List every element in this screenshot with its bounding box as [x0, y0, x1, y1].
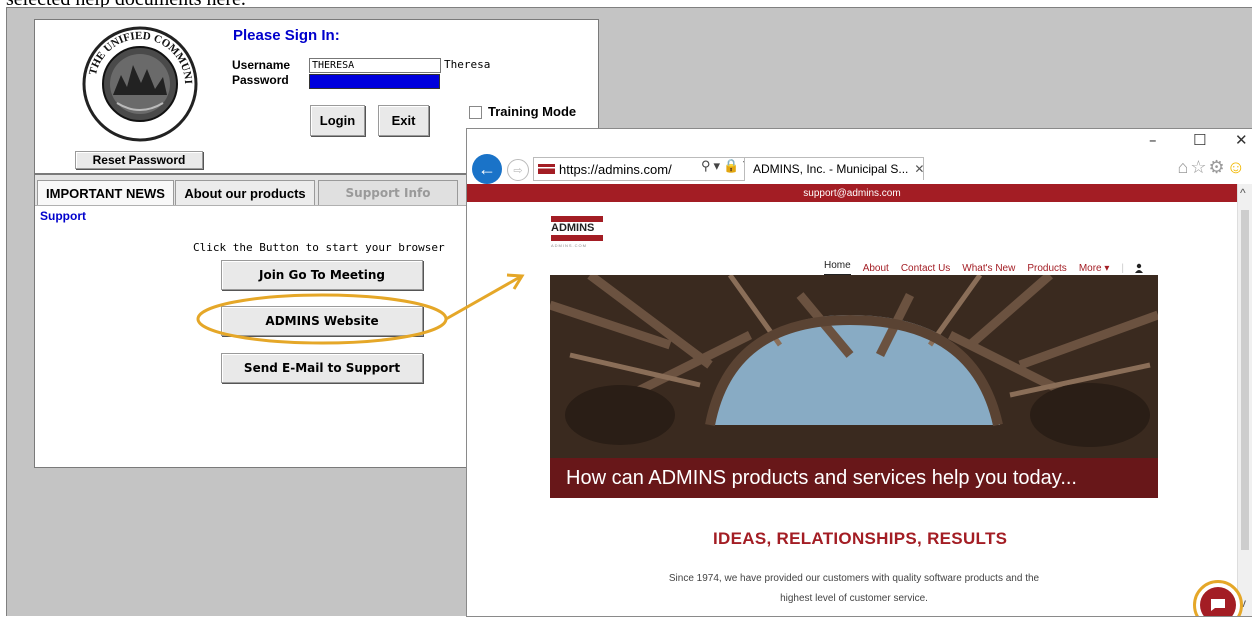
settings-icon[interactable]: ⚙ [1208, 157, 1226, 177]
nav-products[interactable]: Products [1027, 263, 1066, 274]
username-label: Username [232, 58, 291, 72]
training-mode-checkbox[interactable] [469, 106, 482, 119]
close-button[interactable]: ✕ [1235, 131, 1248, 149]
nav-contact[interactable]: Contact Us [901, 263, 950, 274]
address-bar[interactable]: https://admins.com/ ⚲▾🔒↻ [533, 157, 753, 181]
browser-hint-text: Click the Button to start your browser [193, 241, 445, 254]
password-input[interactable] [309, 74, 440, 89]
scroll-up-icon[interactable]: ^ [1240, 186, 1246, 200]
vertical-scrollbar[interactable]: ^ v [1237, 184, 1252, 616]
send-email-button[interactable]: Send E-Mail to Support [221, 353, 423, 383]
site-favicon-icon [538, 164, 555, 174]
maximize-button[interactable]: ☐ [1193, 131, 1206, 149]
support-email-bar: support@admins.com [467, 184, 1237, 202]
nav-home[interactable]: Home [824, 260, 851, 276]
smiley-icon[interactable]: ☺ [1227, 157, 1247, 177]
search-icon[interactable]: ⚲ [701, 158, 714, 173]
intro-text: Since 1974, we have provided our custome… [591, 569, 1117, 609]
browser-toolbar-icons: ⌂☆⚙☺ [1177, 157, 1247, 178]
minimize-button[interactable]: – [1149, 131, 1157, 149]
chat-icon[interactable] [1200, 587, 1236, 616]
chat-highlight[interactable] [1193, 580, 1243, 616]
url-text: https://admins.com/ [559, 161, 672, 177]
exit-button[interactable]: Exit [378, 105, 429, 136]
reset-password-button[interactable]: Reset Password [75, 151, 203, 169]
browser-tab[interactable]: ADMINS, Inc. - Municipal S... ✕ [744, 157, 924, 180]
sign-in-title: Please Sign In: [233, 27, 340, 44]
intro-line-2: highest level of customer service. [780, 593, 928, 604]
nav-more[interactable]: More ▾ [1079, 263, 1110, 274]
forward-icon[interactable]: ⇨ [507, 159, 529, 181]
dropdown-icon[interactable]: ▾ [714, 158, 724, 173]
user-icon[interactable] [1134, 263, 1144, 273]
training-mode-label: Training Mode [488, 104, 577, 119]
favorites-icon[interactable]: ☆ [1190, 157, 1208, 177]
tab-title: ADMINS, Inc. - Municipal S... [753, 162, 909, 176]
hero-banner: How can ADMINS products and services hel… [550, 275, 1158, 498]
nav-whats-new[interactable]: What's New [962, 263, 1015, 274]
intro-line-1: Since 1974, we have provided our custome… [668, 573, 1040, 584]
nav-divider: | [1121, 262, 1125, 274]
back-icon[interactable]: ← [472, 154, 502, 184]
hero-caption: How can ADMINS products and services hel… [550, 458, 1158, 498]
headline: IDEAS, RELATIONSHIPS, RESULTS [713, 529, 1008, 548]
password-label: Password [232, 73, 289, 87]
scroll-thumb[interactable] [1241, 210, 1249, 550]
home-icon[interactable]: ⌂ [1177, 157, 1190, 177]
username-input[interactable]: THERESA [309, 58, 441, 73]
tab-close-icon[interactable]: ✕ [914, 162, 923, 176]
browser-window: – ☐ ✕ ← ⇨ https://admins.com/ ⚲▾🔒↻ ADMIN… [466, 128, 1252, 617]
tab-support-info[interactable]: Support Info [318, 180, 458, 205]
support-link[interactable]: Support [40, 209, 86, 223]
display-name: Theresa [444, 58, 491, 71]
login-button[interactable]: Login [310, 105, 365, 136]
tab-important-news[interactable]: IMPORTANT NEWS [37, 180, 174, 205]
site-nav: Home About Contact Us What's New Product… [824, 260, 1144, 276]
community-seal-logo: THE UNIFIED COMMUNITY [81, 25, 198, 142]
nav-about[interactable]: About [863, 263, 889, 274]
admins-logo[interactable]: ADMINS ADMINS.COM [551, 216, 603, 248]
join-meeting-button[interactable]: Join Go To Meeting [221, 260, 423, 290]
tab-about-products[interactable]: About our products [175, 180, 315, 205]
support-email-link[interactable]: support@admins.com [803, 188, 900, 199]
lock-icon: 🔒 [723, 158, 743, 173]
admins-website-button[interactable]: ADMINS Website [221, 306, 423, 336]
